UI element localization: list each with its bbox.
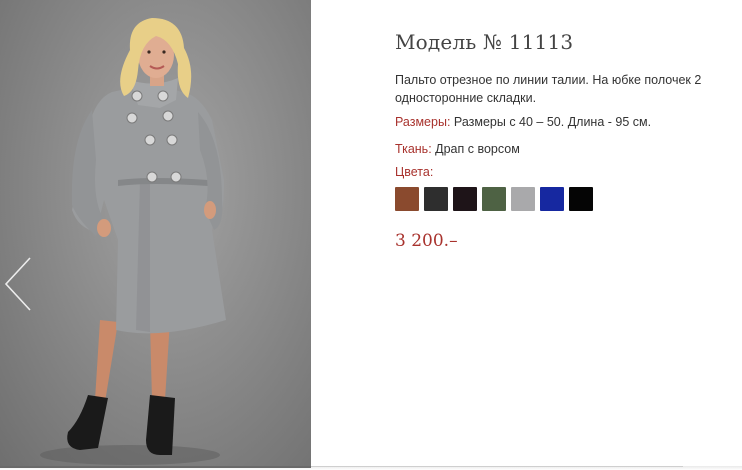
colors-row: Цвета:	[395, 163, 725, 181]
bottom-divider	[0, 466, 742, 470]
product-photo	[0, 0, 311, 466]
fabric-value: Драп с ворсом	[431, 142, 520, 156]
color-swatch-brown[interactable]	[395, 187, 419, 211]
chevron-left-icon	[4, 257, 31, 311]
fabric-label: Ткань:	[395, 142, 432, 156]
fabric-row: Ткань: Драп с ворсом	[395, 140, 725, 158]
product-description: Пальто отрезное по линии талии. На юбке …	[395, 73, 702, 105]
color-swatch-blue[interactable]	[540, 187, 564, 211]
sizes-row: Размеры: Размеры с 40 – 50. Длина - 95 с…	[395, 113, 725, 131]
color-swatches	[395, 187, 725, 211]
color-swatch-light-gray[interactable]	[511, 187, 535, 211]
product-info: Модель № 11113 Пальто отрезное по линии …	[395, 30, 725, 251]
color-swatch-green[interactable]	[482, 187, 506, 211]
sizes-label: Размеры:	[395, 115, 451, 129]
product-price: 3 200.–	[395, 231, 458, 251]
color-swatch-dark-burgundy[interactable]	[453, 187, 477, 211]
color-swatch-black[interactable]	[569, 187, 593, 211]
prev-image-button[interactable]	[0, 250, 40, 320]
color-swatch-black-melange[interactable]	[424, 187, 448, 211]
colors-label: Цвета:	[395, 165, 434, 179]
product-title: Модель № 11113	[395, 30, 574, 54]
model-in-coat-image	[40, 18, 226, 465]
sizes-value: Размеры с 40 – 50. Длина - 95 см.	[450, 115, 652, 129]
